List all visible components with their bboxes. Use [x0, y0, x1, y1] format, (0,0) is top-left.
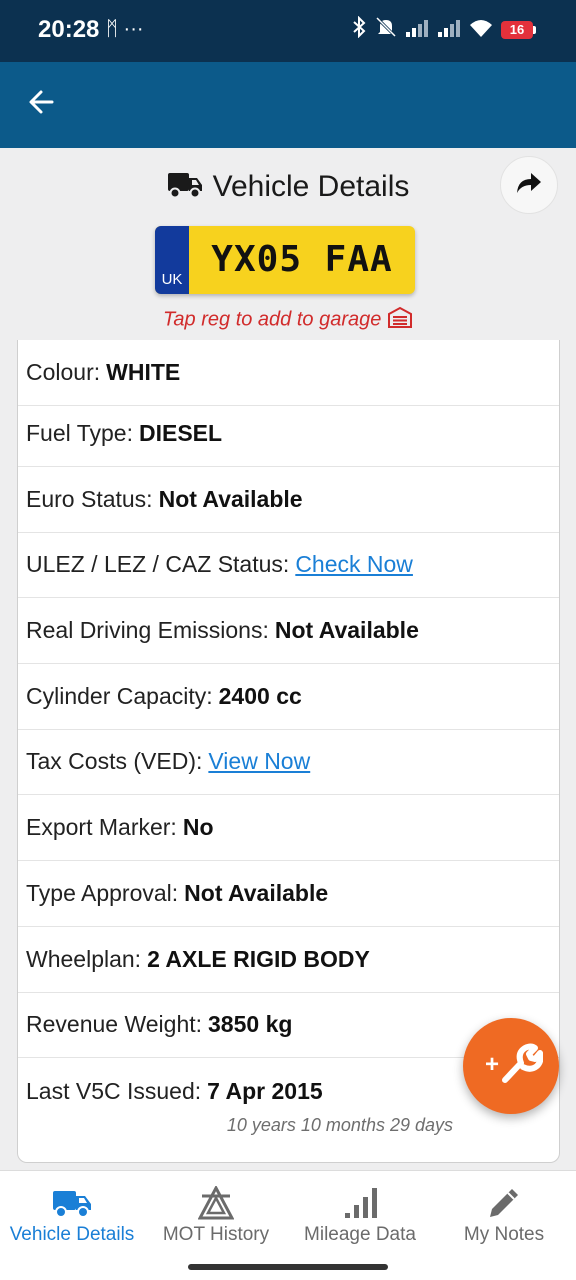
detail-value: DIESEL — [138, 420, 223, 446]
nav-mileage-data[interactable]: Mileage Data — [288, 1171, 432, 1261]
detail-row-cylinder-capacity: Cylinder Capacity: 2400 cc — [18, 664, 559, 730]
detail-value: 3850 kg — [208, 1011, 293, 1037]
detail-label: Real Driving Emissions: — [26, 617, 269, 643]
plus-wrench-icon: + — [479, 1036, 544, 1097]
detail-row-export-marker: Export Marker: No — [18, 795, 559, 861]
detail-label: Export Marker: — [26, 814, 177, 840]
nav-label: Mileage Data — [304, 1224, 416, 1245]
detail-row-colour: Colour: WHITE — [18, 340, 559, 406]
nav-mot-history[interactable]: MOT History — [144, 1171, 288, 1261]
detail-value: 2400 cc — [218, 683, 302, 709]
garage-hint-text: Tap reg to add to garage — [163, 308, 382, 331]
plate-registration: YX05 FAA — [211, 239, 393, 280]
detail-label: Tax Costs (VED): — [26, 748, 203, 774]
app-bar — [0, 62, 576, 148]
plate-country: UK — [161, 271, 183, 288]
signal-icon-2 — [437, 18, 461, 43]
status-bar: 20:28 ᛗ ··· 16 — [0, 0, 576, 62]
nav-label: MOT History — [162, 1224, 270, 1245]
detail-row-wheelplan: Wheelplan: 2 AXLE RIGID BODY — [18, 927, 559, 993]
nav-my-notes[interactable]: My Notes — [432, 1171, 576, 1261]
nav-label: Vehicle Details — [9, 1224, 135, 1245]
detail-row-real-driving-emissions: Real Driving Emissions: Not Available — [18, 598, 559, 664]
detail-row-euro-status: Euro Status: Not Available — [18, 467, 559, 533]
detail-label: Revenue Weight: — [26, 1011, 203, 1037]
detail-label: Euro Status: — [26, 486, 153, 512]
detail-value: Not Available — [158, 486, 303, 512]
garage-hint[interactable]: Tap reg to add to garage — [0, 306, 576, 334]
battery-icon: 16 — [501, 21, 536, 39]
back-button[interactable] — [22, 84, 62, 124]
detail-row-ulez-status: ULEZ / LEZ / CAZ Status: Check Now — [18, 532, 559, 598]
detail-value: 7 Apr 2015 — [207, 1077, 323, 1104]
bluetooth-icon — [351, 15, 367, 44]
detail-label: Fuel Type: — [26, 420, 133, 446]
detail-label: Type Approval: — [26, 880, 179, 906]
check-now-link[interactable]: Check Now — [295, 551, 413, 578]
mot-triangle-icon — [144, 1183, 288, 1223]
truck-icon — [167, 170, 203, 205]
detail-value: WHITE — [106, 359, 181, 385]
status-right-icons: 16 — [351, 15, 536, 44]
detail-value: Not Available — [274, 617, 419, 643]
svg-text:+: + — [485, 1051, 499, 1078]
status-notification-icons: ᛗ ··· — [106, 18, 144, 40]
detail-value: 2 AXLE RIGID BODY — [147, 946, 370, 972]
status-time: 20:28 — [38, 16, 100, 43]
detail-label: Last V5C Issued: — [26, 1077, 202, 1104]
pencil-icon — [432, 1183, 576, 1223]
share-button[interactable] — [500, 156, 558, 214]
page-title-row: Vehicle Details — [0, 166, 576, 208]
garage-icon — [387, 306, 413, 333]
registration-plate[interactable]: UK YX05 FAA — [155, 226, 415, 294]
mute-bell-icon — [375, 16, 397, 44]
page-title: Vehicle Details — [212, 170, 410, 203]
detail-value: No — [182, 814, 214, 840]
plate-country-band: UK — [155, 226, 189, 294]
v5c-age-note: 10 years 10 months 29 days — [226, 1115, 453, 1135]
detail-row-type-approval: Type Approval: Not Available — [18, 861, 559, 927]
detail-row-tax-costs: Tax Costs (VED): View Now — [18, 729, 559, 795]
detail-label: ULEZ / LEZ / CAZ Status: — [26, 551, 290, 577]
bar-signal-icon — [288, 1183, 432, 1223]
detail-label: Wheelplan: — [26, 946, 142, 972]
wifi-icon — [469, 18, 493, 43]
arrow-left-icon — [28, 88, 56, 121]
battery-level: 16 — [501, 21, 533, 39]
home-indicator[interactable] — [188, 1264, 388, 1270]
nav-vehicle-details[interactable]: Vehicle Details — [0, 1171, 144, 1261]
signal-icon-1 — [405, 18, 429, 43]
share-icon — [515, 171, 543, 200]
detail-value: Not Available — [184, 880, 329, 906]
view-now-link[interactable]: View Now — [208, 748, 310, 775]
detail-label: Colour: — [26, 359, 101, 385]
detail-label: Cylinder Capacity: — [26, 683, 213, 709]
truck-icon — [0, 1183, 144, 1223]
add-service-fab[interactable]: + — [463, 1018, 559, 1114]
nav-label: My Notes — [463, 1224, 545, 1245]
detail-row-fuel-type: Fuel Type: DIESEL — [18, 401, 559, 467]
